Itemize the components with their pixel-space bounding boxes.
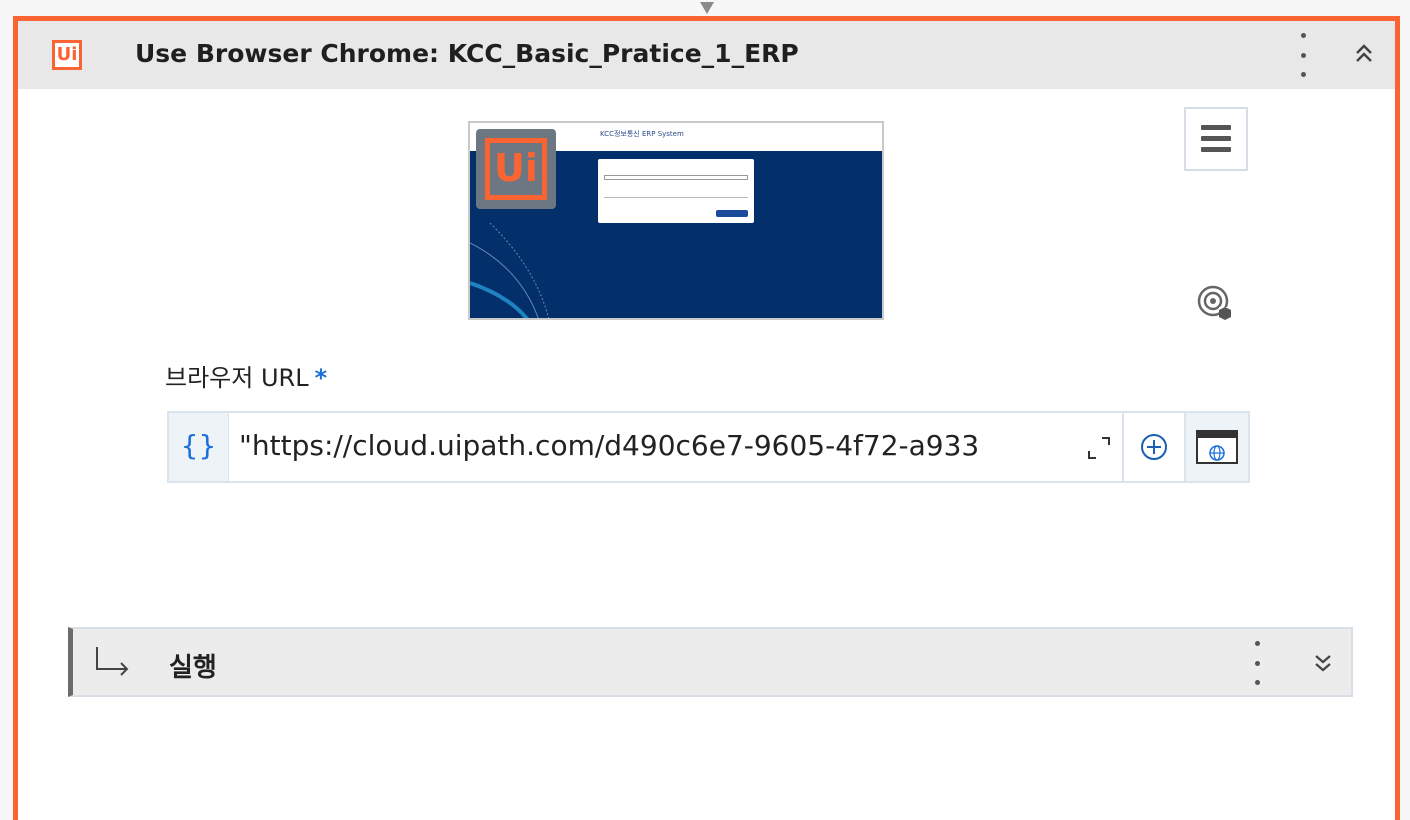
ui-logo-icon: Ui: [52, 40, 82, 70]
browser-screenshot-preview: KCC정보통신 ERP System Ui: [468, 121, 884, 320]
use-browser-activity[interactable]: Ui Use Browser Chrome: KCC_Basic_Pratice…: [13, 16, 1400, 820]
preview-brand-text: KCC정보통신 ERP System: [600, 130, 684, 138]
url-input[interactable]: {} "https://cloud.uipath.com/d490c6e7-96…: [167, 411, 1124, 483]
hamburger-menu-icon[interactable]: [1184, 107, 1248, 171]
sequence-label: 실행: [169, 653, 217, 683]
flow-arrow-icon: [700, 2, 714, 14]
activity-title: Use Browser Chrome: KCC_Basic_Pratice_1_…: [135, 39, 799, 68]
preview-decoration: [470, 223, 550, 318]
target-icon[interactable]: [1197, 285, 1233, 321]
add-icon: [1141, 434, 1167, 460]
kebab-menu-icon[interactable]: [1252, 641, 1262, 685]
url-label: 브라우저 URL *: [165, 364, 328, 392]
activity-header[interactable]: Ui Use Browser Chrome: KCC_Basic_Pratice…: [18, 21, 1395, 89]
expression-icon[interactable]: {}: [169, 413, 229, 481]
arrow-return-icon: [96, 647, 129, 676]
kebab-menu-icon[interactable]: [1298, 33, 1308, 77]
preview-login-box: [598, 159, 754, 223]
add-button[interactable]: [1124, 411, 1186, 483]
collapse-icon[interactable]: [1349, 39, 1379, 69]
browser-icon: [1196, 430, 1238, 464]
execute-sequence[interactable]: 실행: [68, 627, 1353, 697]
ui-badge-icon: Ui: [476, 129, 556, 209]
expand-chevron-icon[interactable]: [1311, 651, 1335, 675]
url-value[interactable]: "https://cloud.uipath.com/d490c6e7-9605-…: [229, 413, 1076, 481]
required-mark: *: [314, 364, 328, 392]
browser-button[interactable]: [1186, 411, 1250, 483]
expand-icon[interactable]: [1076, 413, 1122, 481]
